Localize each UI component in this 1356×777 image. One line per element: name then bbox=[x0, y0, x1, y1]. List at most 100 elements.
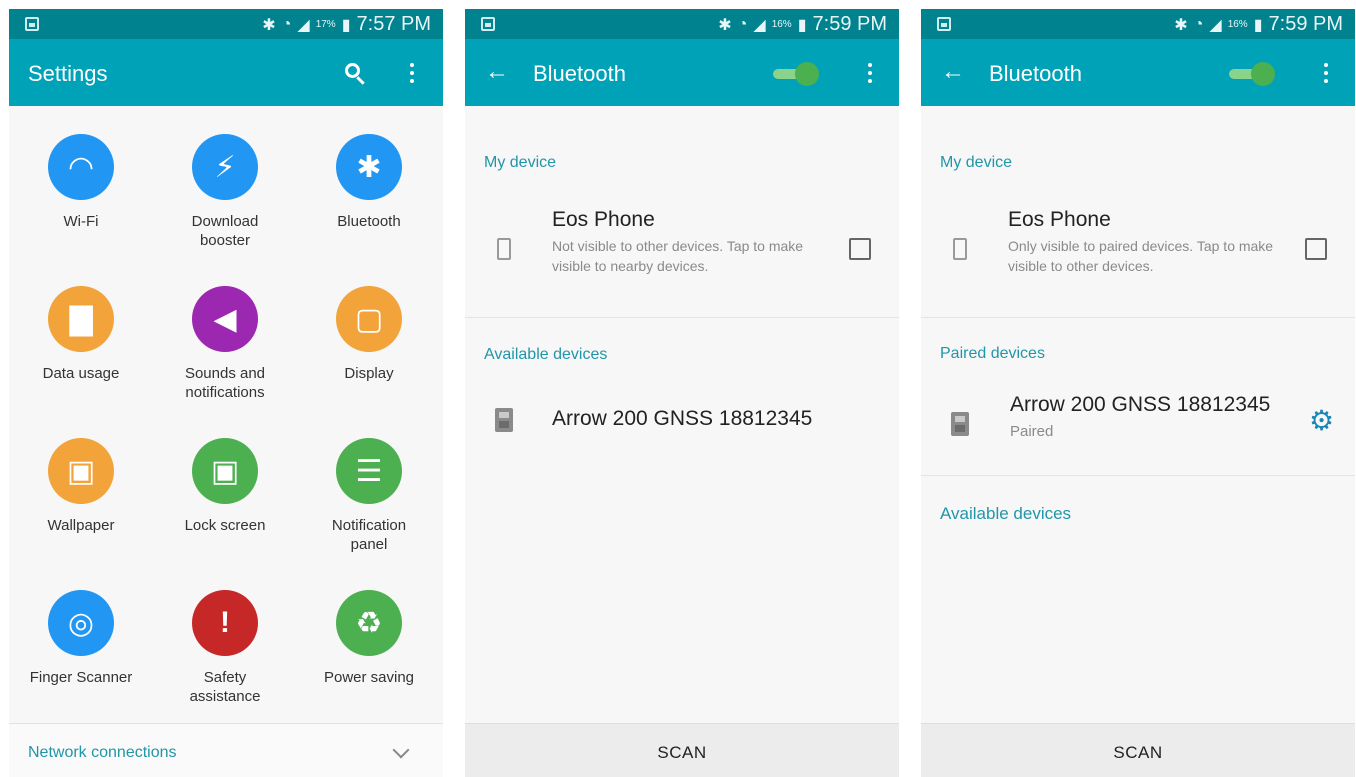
paired-device-name: Arrow 200 GNSS 18812345 bbox=[1010, 393, 1271, 416]
search-icon[interactable] bbox=[343, 61, 369, 87]
settings-tile-lock-screen[interactable]: ▣ Lock screen bbox=[153, 438, 297, 535]
settings-tile-label: Notification panel bbox=[331, 517, 407, 553]
settings-tile-fingerprint[interactable]: ◎ Finger Scanner bbox=[9, 590, 153, 687]
divider bbox=[921, 317, 1355, 318]
clock: 7:59 PM bbox=[812, 13, 887, 35]
scan-label: SCAN bbox=[1113, 743, 1163, 762]
gnss-receiver-icon bbox=[495, 408, 513, 432]
settings-tile-wifi[interactable]: ◠ Wi-Fi bbox=[9, 134, 153, 231]
back-arrow-icon[interactable]: ← bbox=[941, 60, 967, 85]
paired-device-row[interactable]: Arrow 200 GNSS 18812345 Paired ⚙ bbox=[921, 378, 1355, 466]
bluetooth-icon: ✱ bbox=[336, 134, 402, 200]
settings-tile-bluetooth[interactable]: ✱ Bluetooth bbox=[297, 134, 441, 231]
clock: 7:57 PM bbox=[356, 13, 431, 35]
battery-percent: 16% bbox=[1227, 19, 1248, 30]
sound-icon: ◀ bbox=[192, 286, 258, 352]
more-vert-icon[interactable] bbox=[405, 61, 419, 85]
status-bar: ✱ ◔ ◢ 17% ▮ 7:57 PM bbox=[9, 9, 443, 39]
my-device-label: My device bbox=[940, 154, 1013, 171]
my-device-name: Eos Phone bbox=[1008, 208, 1111, 231]
phone-icon bbox=[497, 238, 511, 260]
more-vert-icon[interactable] bbox=[863, 61, 877, 85]
divider bbox=[921, 475, 1355, 476]
app-bar: ← Bluetooth bbox=[921, 39, 1355, 106]
settings-tile-label: Bluetooth bbox=[337, 213, 401, 230]
bluetooth-toggle[interactable] bbox=[1229, 61, 1275, 87]
divider bbox=[465, 317, 899, 318]
my-device-row[interactable]: Eos Phone Only visible to paired devices… bbox=[921, 194, 1355, 304]
settings-tile-label: Display bbox=[344, 365, 394, 382]
settings-tile-label: Sounds and notifications bbox=[184, 365, 266, 401]
lock-screen-icon: ▣ bbox=[192, 438, 258, 504]
scan-button[interactable]: SCAN bbox=[465, 723, 899, 777]
status-bar: ✱ ◔ ◢ 16% ▮ 7:59 PM bbox=[465, 9, 899, 39]
bluetooth-content: My device Eos Phone Not visible to other… bbox=[465, 106, 899, 723]
wifi-icon: ◠ bbox=[48, 134, 114, 200]
gallery-notification-icon bbox=[937, 17, 951, 31]
chevron-down-icon bbox=[392, 741, 410, 759]
settings-tile-display[interactable]: ▢ Display bbox=[297, 286, 441, 383]
page-title: Settings bbox=[28, 61, 108, 86]
gallery-notification-icon bbox=[25, 17, 39, 31]
settings-tile-download-booster[interactable]: ⚡ Download booster bbox=[153, 134, 297, 250]
bluetooth-toggle[interactable] bbox=[773, 61, 819, 87]
bluetooth-status-icon: ✱ bbox=[262, 16, 276, 34]
clock: 7:59 PM bbox=[1268, 13, 1343, 35]
wifi-status-icon: ◔ bbox=[1193, 15, 1204, 33]
bluetooth-screen-unpaired: ✱ ◔ ◢ 16% ▮ 7:59 PM ← Bluetooth My devic… bbox=[465, 9, 899, 777]
gallery-notification-icon bbox=[481, 17, 495, 31]
my-device-visibility: Only visible to paired devices. Tap to m… bbox=[1008, 238, 1274, 274]
settings-tile-notification-panel[interactable]: ☰ Notification panel bbox=[297, 438, 441, 554]
available-devices-label: Available devices bbox=[940, 504, 1072, 523]
my-device-row[interactable]: Eos Phone Not visible to other devices. … bbox=[465, 194, 899, 304]
phone-icon bbox=[953, 238, 967, 260]
settings-tile-wallpaper[interactable]: ▣ Wallpaper bbox=[9, 438, 153, 535]
bluetooth-content: My device Eos Phone Only visible to pair… bbox=[921, 106, 1355, 723]
settings-tile-label: Data usage bbox=[42, 365, 120, 382]
signal-icon: ◢ bbox=[1209, 16, 1222, 34]
app-bar: Settings bbox=[9, 39, 443, 106]
page-title: Bluetooth bbox=[989, 61, 1082, 86]
settings-grid: ◠ Wi-Fi ⚡ Download booster ✱ Bluetooth ▇ Data u… bbox=[9, 106, 443, 723]
gear-icon[interactable]: ⚙ bbox=[1309, 407, 1335, 435]
bluetooth-status-icon: ✱ bbox=[718, 16, 732, 34]
wallpaper-icon: ▣ bbox=[48, 438, 114, 504]
scan-label: SCAN bbox=[657, 743, 707, 762]
fingerprint-icon: ◎ bbox=[48, 590, 114, 656]
available-device-row[interactable]: Arrow 200 GNSS 18812345 bbox=[465, 386, 899, 456]
settings-tile-label: Power saving bbox=[323, 669, 415, 686]
battery-percent: 17% bbox=[315, 19, 336, 30]
data-usage-icon: ▇ bbox=[48, 286, 114, 352]
gnss-receiver-icon bbox=[951, 412, 969, 436]
power-saving-icon: ♻ bbox=[336, 590, 402, 656]
bluetooth-screen-paired: ✱ ◔ ◢ 16% ▮ 7:59 PM ← Bluetooth My devic… bbox=[921, 9, 1355, 777]
settings-tile-label: Wallpaper bbox=[47, 517, 115, 534]
more-vert-icon[interactable] bbox=[1319, 61, 1333, 85]
visibility-checkbox[interactable] bbox=[1305, 238, 1327, 260]
settings-tile-safety[interactable]: ! Safety assistance bbox=[153, 590, 297, 706]
scan-button[interactable]: SCAN bbox=[921, 723, 1355, 777]
available-devices-label: Available devices bbox=[484, 346, 608, 363]
display-icon: ▢ bbox=[336, 286, 402, 352]
battery-icon: ▮ bbox=[341, 16, 351, 34]
network-connections-label: Network connections bbox=[28, 744, 177, 761]
visibility-checkbox[interactable] bbox=[849, 238, 871, 260]
app-bar: ← Bluetooth bbox=[465, 39, 899, 106]
paired-status: Paired bbox=[1010, 423, 1054, 440]
status-bar: ✱ ◔ ◢ 16% ▮ 7:59 PM bbox=[921, 9, 1355, 39]
wifi-status-icon: ◔ bbox=[737, 15, 748, 33]
network-connections-row[interactable]: Network connections bbox=[9, 724, 443, 777]
settings-tile-sound[interactable]: ◀ Sounds and notifications bbox=[153, 286, 297, 402]
available-device-name: Arrow 200 GNSS 18812345 bbox=[552, 407, 813, 430]
wifi-status-icon: ◔ bbox=[281, 15, 292, 33]
my-device-visibility: Not visible to other devices. Tap to mak… bbox=[552, 238, 804, 274]
download-booster-icon: ⚡ bbox=[192, 134, 258, 200]
settings-tile-data-usage[interactable]: ▇ Data usage bbox=[9, 286, 153, 383]
page-title: Bluetooth bbox=[533, 61, 626, 86]
settings-tile-power-saving[interactable]: ♻ Power saving bbox=[297, 590, 441, 687]
settings-screen: ✱ ◔ ◢ 17% ▮ 7:57 PM Settings ◠ Wi-Fi ⚡ Down… bbox=[9, 9, 443, 777]
settings-tile-label: Wi-Fi bbox=[63, 213, 99, 230]
notification-panel-icon: ☰ bbox=[336, 438, 402, 504]
back-arrow-icon[interactable]: ← bbox=[485, 60, 511, 85]
settings-tile-label: Download booster bbox=[191, 213, 259, 249]
